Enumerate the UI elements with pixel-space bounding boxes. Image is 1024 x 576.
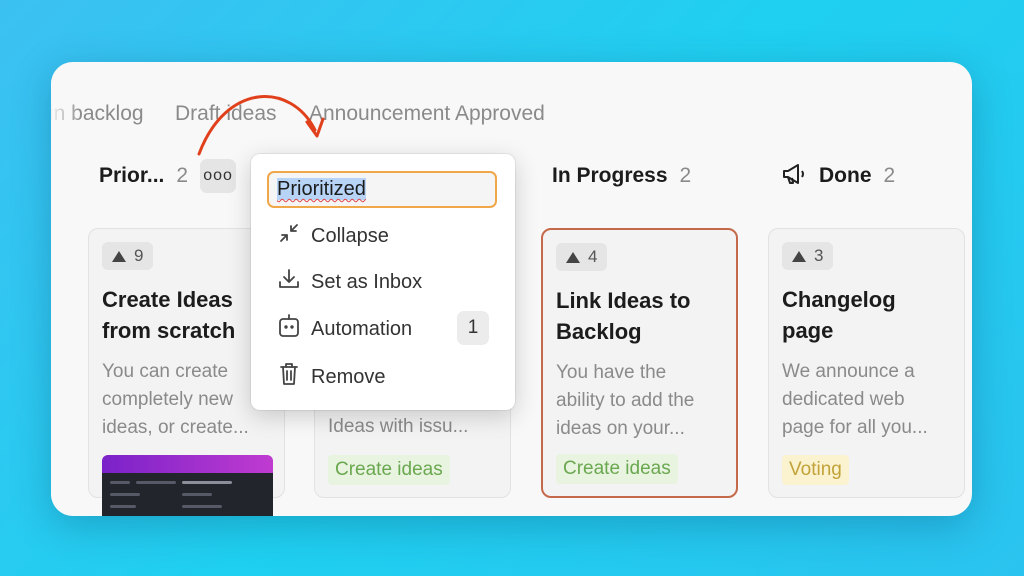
annotation-arrow-icon bbox=[197, 95, 325, 156]
board-panel: in backlog Draft ideas Announcement Appr… bbox=[51, 62, 972, 516]
